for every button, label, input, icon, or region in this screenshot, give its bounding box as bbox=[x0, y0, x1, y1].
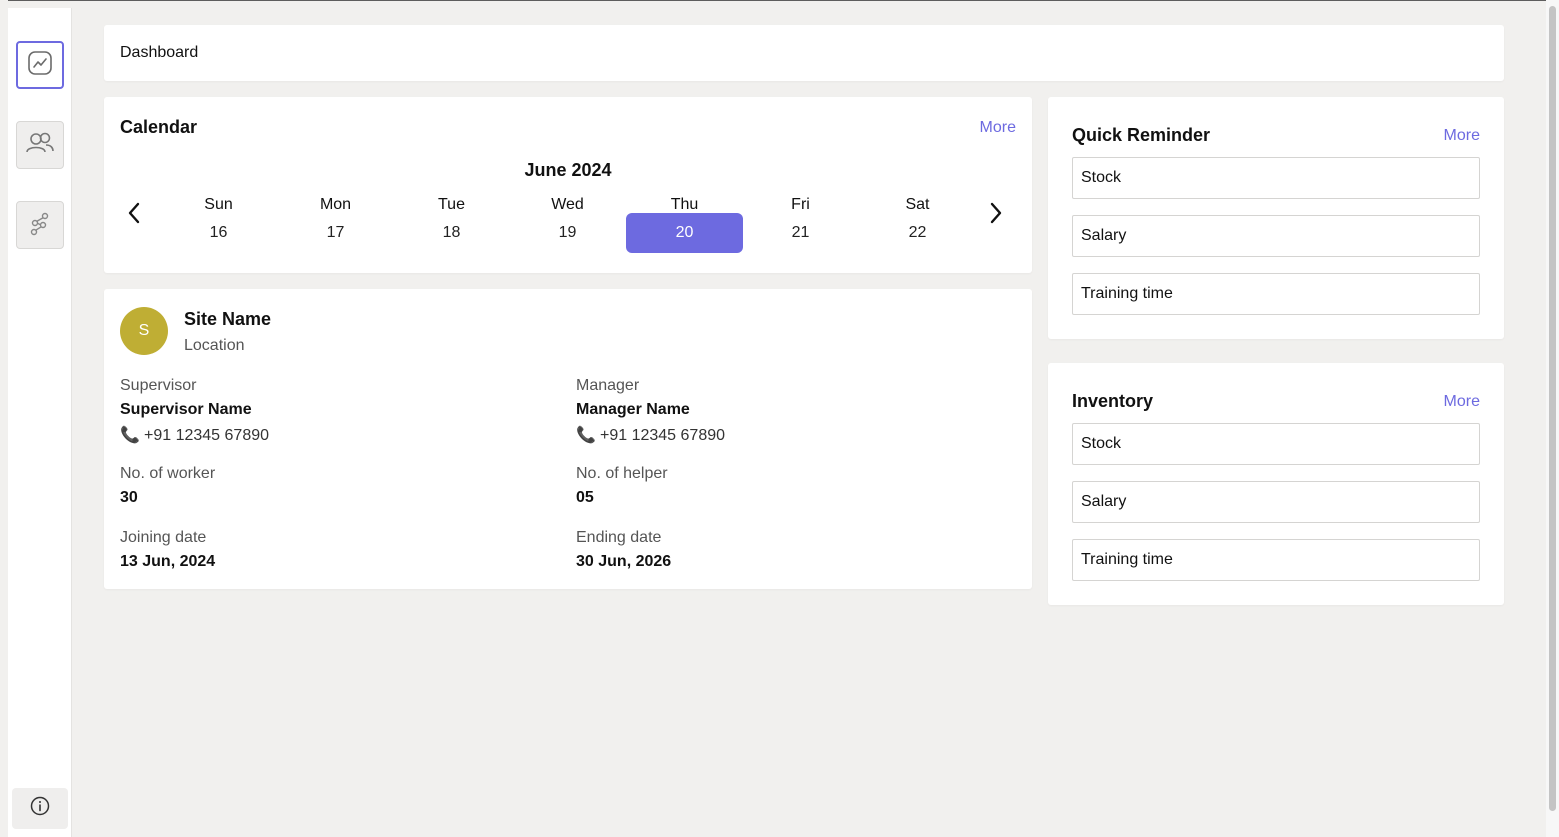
reminder-item[interactable]: Stock bbox=[1072, 157, 1480, 199]
supervisor-name: Supervisor Name bbox=[120, 401, 252, 418]
calendar-card: Calendar More June 2024 Sun 16 Mon 17 Tu… bbox=[104, 97, 1032, 273]
site-name: Site Name bbox=[184, 309, 272, 329]
day-name: Mon bbox=[319, 196, 352, 213]
manager-phone[interactable]: 📞 +91 12345 67890 bbox=[576, 425, 725, 445]
day-name: Sun bbox=[204, 196, 233, 213]
helpers-label: No. of helper bbox=[576, 465, 668, 482]
window-left-border bbox=[0, 0, 8, 837]
manager-name: Manager Name bbox=[576, 401, 690, 418]
ending-date-value: 30 Jun, 2026 bbox=[576, 553, 672, 570]
day-number[interactable]: 21 bbox=[742, 213, 859, 253]
site-card: S Site Name Location Supervisor Supervis… bbox=[104, 289, 1032, 589]
supervisor-phone-number: +91 12345 67890 bbox=[144, 427, 270, 444]
inventory-item[interactable]: Stock bbox=[1072, 423, 1480, 465]
calendar-next-button[interactable] bbox=[984, 201, 1008, 229]
reminder-item[interactable]: Training time bbox=[1072, 273, 1480, 315]
header-bar: Dashboard bbox=[104, 25, 1504, 81]
chevron-right-icon bbox=[989, 202, 1003, 229]
helpers-value: 05 bbox=[576, 489, 594, 506]
sidebar bbox=[8, 8, 72, 837]
day-name: Thu bbox=[670, 196, 699, 213]
calendar-day: Sun 16 bbox=[160, 197, 277, 265]
site-location: Location bbox=[184, 337, 245, 354]
phone-icon: 📞 bbox=[576, 427, 596, 444]
calendar-day: Wed 19 bbox=[509, 197, 626, 265]
joining-date-label: Joining date bbox=[120, 529, 207, 546]
day-name: Fri bbox=[791, 196, 810, 213]
sidebar-item-network[interactable] bbox=[16, 201, 64, 249]
calendar-day-selected: Thu 20 bbox=[626, 197, 743, 265]
info-button[interactable] bbox=[12, 788, 68, 829]
inventory-item[interactable]: Training time bbox=[1072, 539, 1480, 581]
chevron-left-icon bbox=[127, 202, 141, 229]
calendar-more-link[interactable]: More bbox=[980, 119, 1016, 137]
manager-label: Manager bbox=[576, 377, 640, 394]
day-number[interactable]: 19 bbox=[509, 213, 626, 253]
quick-reminder-card: Quick Reminder More Stock Salary Trainin… bbox=[1048, 97, 1504, 339]
calendar-prev-button[interactable] bbox=[122, 201, 146, 229]
phone-icon: 📞 bbox=[120, 427, 140, 444]
sidebar-item-users[interactable] bbox=[16, 121, 64, 169]
day-name: Tue bbox=[438, 196, 465, 213]
workers-value: 30 bbox=[120, 489, 138, 506]
quick-reminder-more-link[interactable]: More bbox=[1444, 127, 1480, 145]
workers-label: No. of worker bbox=[120, 465, 216, 482]
calendar-day: Mon 17 bbox=[277, 197, 394, 265]
day-name: Wed bbox=[551, 196, 584, 213]
calendar-day: Fri 21 bbox=[742, 197, 859, 265]
ending-date-label: Ending date bbox=[576, 529, 662, 546]
calendar-day: Tue 18 bbox=[393, 197, 510, 265]
supervisor-phone[interactable]: 📞 +91 12345 67890 bbox=[120, 425, 269, 445]
calendar-day: Sat 22 bbox=[859, 197, 976, 265]
network-icon bbox=[27, 210, 53, 241]
page-scrollbar[interactable] bbox=[1546, 0, 1559, 837]
reminder-item[interactable]: Salary bbox=[1072, 215, 1480, 257]
day-number[interactable]: 22 bbox=[859, 213, 976, 253]
window-top-border bbox=[0, 0, 1559, 1]
quick-reminder-title: Quick Reminder bbox=[1072, 125, 1211, 145]
manager-phone-number: +91 12345 67890 bbox=[600, 427, 726, 444]
users-icon bbox=[24, 130, 56, 161]
day-number[interactable]: 18 bbox=[393, 213, 510, 253]
calendar-month: June 2024 bbox=[524, 160, 612, 180]
inventory-item[interactable]: Salary bbox=[1072, 481, 1480, 523]
day-number[interactable]: 17 bbox=[277, 213, 394, 253]
scrollbar-thumb[interactable] bbox=[1549, 6, 1556, 811]
day-number[interactable]: 16 bbox=[160, 213, 277, 253]
page-title: Dashboard bbox=[120, 44, 199, 61]
day-name: Sat bbox=[905, 196, 930, 213]
inventory-title: Inventory bbox=[1072, 391, 1154, 411]
day-number-selected[interactable]: 20 bbox=[626, 213, 743, 253]
info-icon bbox=[30, 796, 50, 821]
supervisor-label: Supervisor bbox=[120, 377, 197, 394]
avatar: S bbox=[120, 307, 168, 355]
inventory-card: Inventory More Stock Salary Training tim… bbox=[1048, 363, 1504, 605]
chart-line-icon bbox=[27, 50, 53, 81]
joining-date-value: 13 Jun, 2024 bbox=[120, 553, 216, 570]
sidebar-item-dashboard[interactable] bbox=[16, 41, 64, 89]
calendar-title: Calendar bbox=[120, 117, 198, 137]
inventory-more-link[interactable]: More bbox=[1444, 393, 1480, 411]
